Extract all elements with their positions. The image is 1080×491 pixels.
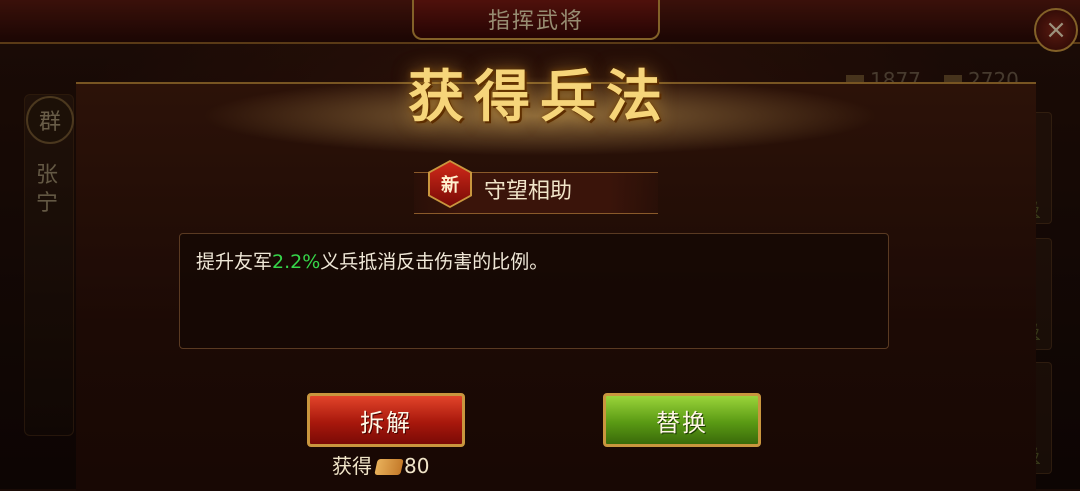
replace-button[interactable]: 替换	[603, 393, 761, 447]
skill-name: 守望相助	[484, 179, 573, 204]
decompose-button[interactable]: 拆解	[307, 393, 465, 447]
skill-description: 提升友军2.2%义兵抵消反击伤害的比例。	[196, 251, 549, 273]
decompose-reward: 获得 80	[332, 454, 430, 478]
highlight-value: 2.2%	[272, 251, 321, 273]
scroll-icon	[374, 459, 404, 475]
modal-title: 获得兵法	[408, 64, 672, 130]
